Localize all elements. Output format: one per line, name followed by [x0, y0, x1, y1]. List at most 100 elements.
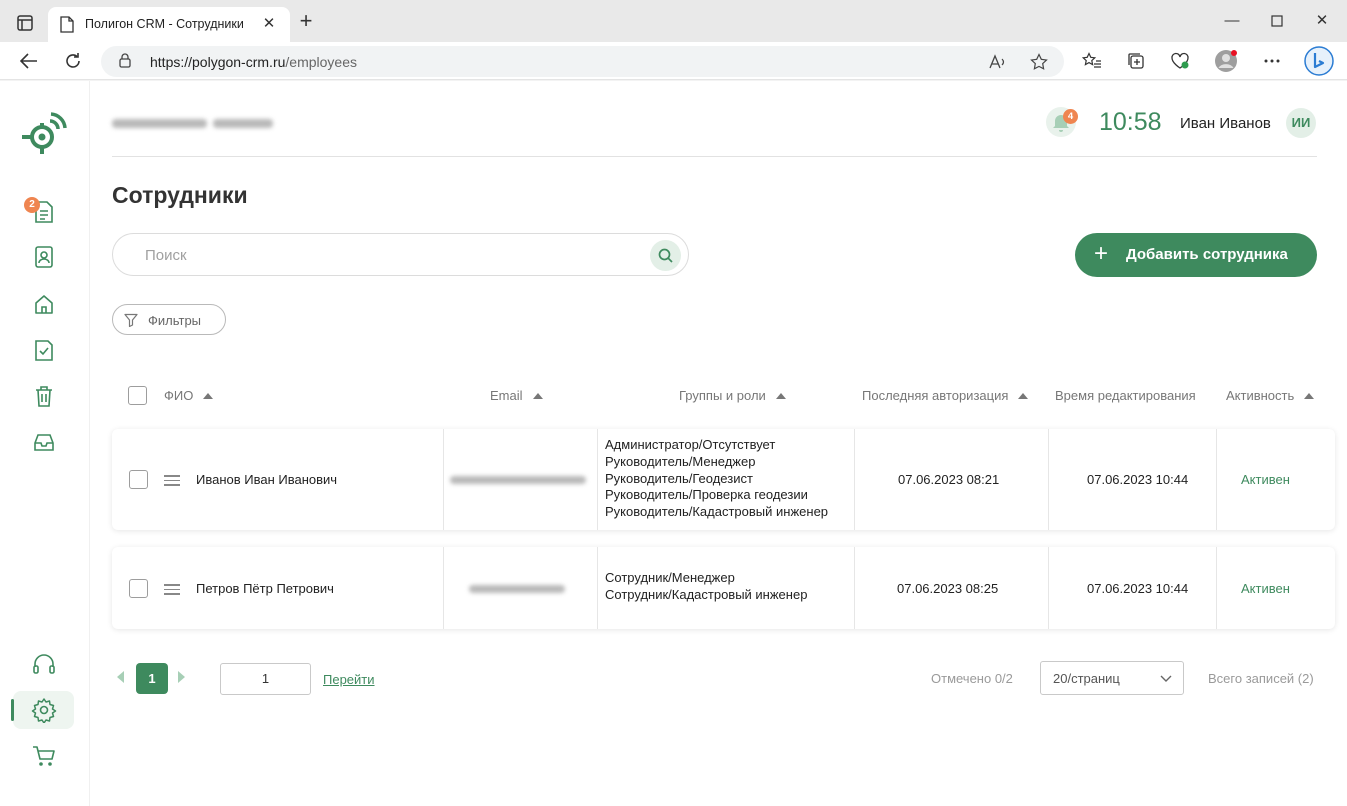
home-icon — [35, 295, 53, 314]
url-path: /employees — [285, 54, 357, 70]
column-header-last-login[interactable]: Последняя авторизация — [862, 388, 1029, 403]
polygon-logo-icon[interactable] — [20, 111, 68, 159]
maximize-button[interactable] — [1262, 8, 1292, 34]
role-item: Сотрудник/Кадастровый инженер — [605, 586, 808, 602]
column-divider — [1048, 429, 1049, 530]
filter-icon — [124, 313, 138, 332]
back-button[interactable] — [14, 46, 44, 76]
minimize-button[interactable]: — — [1217, 8, 1247, 34]
selected-count: Отмечено 0/2 — [931, 671, 1013, 686]
filters-button[interactable]: Фильтры — [112, 304, 226, 335]
tab-actions-icon[interactable] — [14, 12, 36, 34]
column-divider — [597, 547, 598, 629]
column-header-roles[interactable]: Группы и роли — [679, 388, 786, 403]
employee-name[interactable]: Петров Пётр Петрович — [196, 581, 334, 596]
notifications-badge: 4 — [1063, 109, 1078, 124]
sidebar-item-inbox[interactable] — [29, 427, 59, 457]
goto-page-link[interactable]: Перейти — [323, 672, 375, 687]
plus-icon: + — [1094, 240, 1109, 267]
sidebar-item-settings[interactable] — [29, 695, 59, 725]
column-divider — [1048, 547, 1049, 629]
table-row[interactable]: Иванов Иван Иванович Администратор/Отсут… — [112, 429, 1335, 530]
search-field[interactable]: Поиск — [112, 233, 689, 276]
next-page-icon[interactable] — [178, 671, 185, 683]
column-header-status[interactable]: Активность — [1226, 388, 1315, 403]
favorites-icon[interactable] — [1077, 46, 1107, 76]
column-divider — [443, 547, 444, 629]
documents-badge: 2 — [24, 197, 40, 213]
column-header-email[interactable]: Email — [490, 388, 543, 403]
sidebar-item-home[interactable] — [29, 289, 59, 319]
page-number-input[interactable]: 1 — [220, 663, 311, 695]
role-item: Руководитель/Кадастровый инженер — [605, 504, 829, 520]
lock-icon[interactable] — [119, 53, 131, 73]
current-page-button[interactable]: 1 — [136, 663, 168, 694]
column-header-name[interactable]: ФИО — [164, 388, 214, 403]
role-item: Руководитель/Менеджер — [605, 453, 756, 469]
edit-time: 07.06.2023 10:44 — [1087, 581, 1189, 596]
profile-avatar[interactable] — [1211, 46, 1241, 76]
sort-asc-icon[interactable] — [1018, 393, 1029, 399]
column-divider — [854, 547, 855, 629]
close-window-button[interactable]: ✕ — [1307, 8, 1337, 34]
column-header-edit-time[interactable]: Время редактирования — [1055, 388, 1196, 403]
sidebar-item-trash[interactable] — [29, 381, 59, 411]
cart-icon — [33, 746, 55, 766]
employee-name[interactable]: Иванов Иван Иванович — [196, 472, 337, 487]
avatar[interactable]: ИИ — [1286, 108, 1316, 138]
status-badge: Активен — [1241, 581, 1290, 596]
app-sidebar: 2 — [0, 81, 89, 806]
main-content: 4 10:58 Иван Иванов ИИ Сотрудники Поиск … — [89, 81, 1347, 806]
sidebar-active-indicator — [11, 699, 14, 721]
column-divider — [1216, 547, 1217, 629]
row-checkbox[interactable] — [129, 579, 148, 598]
select-all-checkbox[interactable] — [128, 386, 147, 405]
close-tab-icon[interactable]: ✕ — [259, 14, 279, 34]
sort-asc-icon[interactable] — [1304, 393, 1315, 399]
sort-asc-icon[interactable] — [775, 393, 786, 399]
sort-asc-icon[interactable] — [203, 393, 214, 399]
row-checkbox[interactable] — [129, 470, 148, 489]
refresh-button[interactable] — [58, 46, 88, 76]
browser-tab[interactable]: Полигон CRM - Сотрудники ✕ — [48, 7, 290, 42]
drag-handle-icon[interactable] — [164, 475, 180, 487]
per-page-value: 20/страниц — [1053, 671, 1120, 686]
trash-icon — [36, 386, 52, 407]
user-name[interactable]: Иван Иванов — [1180, 115, 1271, 132]
sidebar-item-support[interactable] — [29, 650, 59, 680]
total-records: Всего записей (2) — [1208, 671, 1314, 686]
per-page-select[interactable]: 20/страниц — [1040, 661, 1184, 695]
company-name-redacted — [112, 115, 282, 131]
role-item: Администратор/Отсутствует — [605, 437, 776, 452]
filters-label: Фильтры — [148, 313, 202, 328]
add-employee-label: Добавить сотрудника — [1126, 246, 1288, 263]
status-badge: Активен — [1241, 472, 1290, 487]
browser-essentials-icon[interactable] — [1165, 46, 1195, 76]
prev-page-icon[interactable] — [117, 671, 124, 683]
favorite-star-icon[interactable] — [1028, 51, 1050, 73]
inbox-icon — [34, 434, 54, 451]
email-redacted — [469, 585, 565, 593]
headset-icon — [33, 654, 55, 674]
sort-asc-icon[interactable] — [532, 393, 543, 399]
sidebar-item-contacts[interactable] — [29, 242, 59, 272]
bing-copilot-icon[interactable] — [1303, 45, 1335, 77]
clock: 10:58 — [1099, 108, 1162, 136]
collections-icon[interactable] — [1121, 46, 1151, 76]
search-input[interactable]: Поиск — [145, 247, 187, 264]
new-tab-button[interactable]: + — [295, 10, 317, 33]
sidebar-item-cart[interactable] — [29, 741, 59, 771]
header-divider — [112, 156, 1317, 157]
gear-icon — [31, 698, 57, 723]
sidebar-item-tasks[interactable] — [29, 335, 59, 365]
drag-handle-icon[interactable] — [164, 584, 180, 596]
add-employee-button[interactable]: + Добавить сотрудника — [1075, 233, 1317, 277]
read-aloud-icon[interactable] — [987, 51, 1009, 73]
tab-title: Полигон CRM - Сотрудники — [85, 17, 244, 31]
search-button[interactable] — [650, 240, 681, 271]
more-options-icon[interactable] — [1257, 46, 1287, 76]
table-row[interactable]: Петров Пётр Петрович Сотрудник/Менеджер … — [112, 547, 1335, 629]
last-login: 07.06.2023 08:21 — [898, 472, 1000, 487]
address-bar[interactable]: https://polygon-crm.ru/employees — [101, 46, 1064, 77]
browser-toolbar: https://polygon-crm.ru/employees — [0, 42, 1347, 80]
